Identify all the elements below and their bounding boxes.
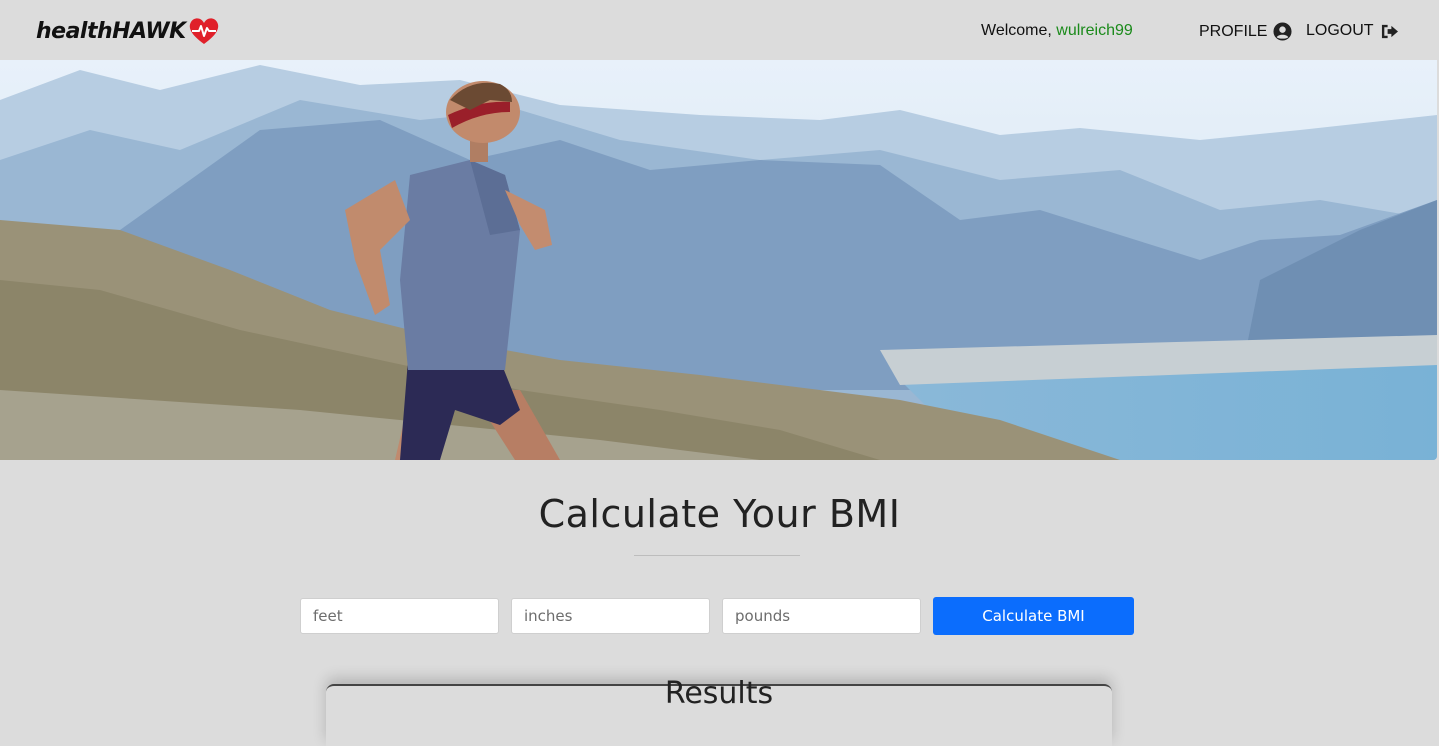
calculate-bmi-button[interactable]: Calculate BMI <box>933 597 1134 635</box>
heart-pulse-icon <box>188 17 220 45</box>
results-title: Results <box>664 676 774 711</box>
welcome-prefix: Welcome, <box>981 22 1057 39</box>
logout-link[interactable]: LOGOUT <box>1306 22 1399 40</box>
inches-input[interactable] <box>511 598 710 634</box>
welcome-message: Welcome, wulreich99 <box>981 22 1133 40</box>
brand-logo[interactable]: healthHAWK <box>36 14 220 48</box>
sign-out-icon <box>1381 24 1398 38</box>
runner-landscape-photo <box>0 60 1437 460</box>
navbar: healthHAWK Welcome, wulreich99 PROFILE L… <box>0 0 1439 60</box>
profile-link[interactable]: PROFILE <box>1199 22 1292 41</box>
feet-input[interactable] <box>300 598 499 634</box>
profile-label: PROFILE <box>1199 22 1268 40</box>
title-divider <box>634 555 800 556</box>
hero-image <box>0 60 1437 460</box>
username: wulreich99 <box>1056 22 1133 39</box>
page-title: Calculate Your BMI <box>538 492 901 536</box>
pounds-input[interactable] <box>722 598 921 634</box>
results-card: Results <box>326 676 1112 746</box>
user-circle-icon <box>1273 22 1292 41</box>
brand-name: healthHAWK <box>36 18 186 44</box>
logout-label: LOGOUT <box>1306 22 1374 39</box>
